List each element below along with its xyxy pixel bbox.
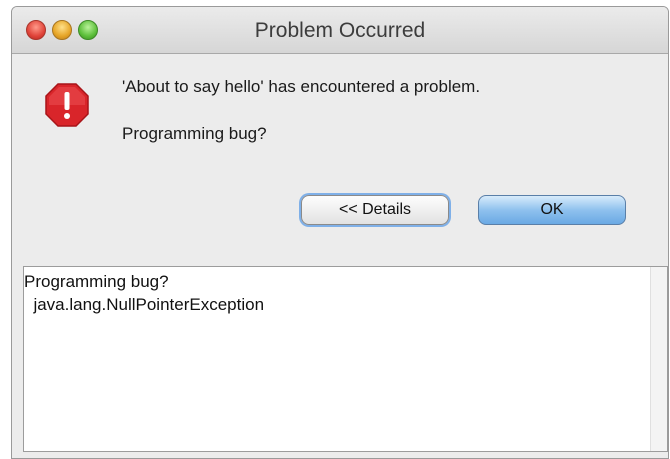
error-stop-icon xyxy=(45,83,89,127)
ok-button[interactable]: OK xyxy=(478,195,626,225)
window-title: Problem Occurred xyxy=(254,19,426,42)
error-reason: Programming bug? xyxy=(122,124,267,143)
details-scrollbar[interactable] xyxy=(650,267,667,451)
details-line-1: Programming bug? xyxy=(24,272,169,291)
problem-dialog-window: Problem Occurred 'About to say hello' ha… xyxy=(11,6,669,459)
error-message: 'About to say hello' has encountered a p… xyxy=(122,77,481,96)
details-text-area[interactable]: Programming bug? java.lang.NullPointerEx… xyxy=(23,266,668,452)
title-bar[interactable]: Problem Occurred xyxy=(12,7,668,54)
details-line-2: java.lang.NullPointerException xyxy=(24,295,265,314)
details-button[interactable]: << Details xyxy=(301,195,449,225)
details-content: Programming bug? java.lang.NullPointerEx… xyxy=(24,270,264,316)
